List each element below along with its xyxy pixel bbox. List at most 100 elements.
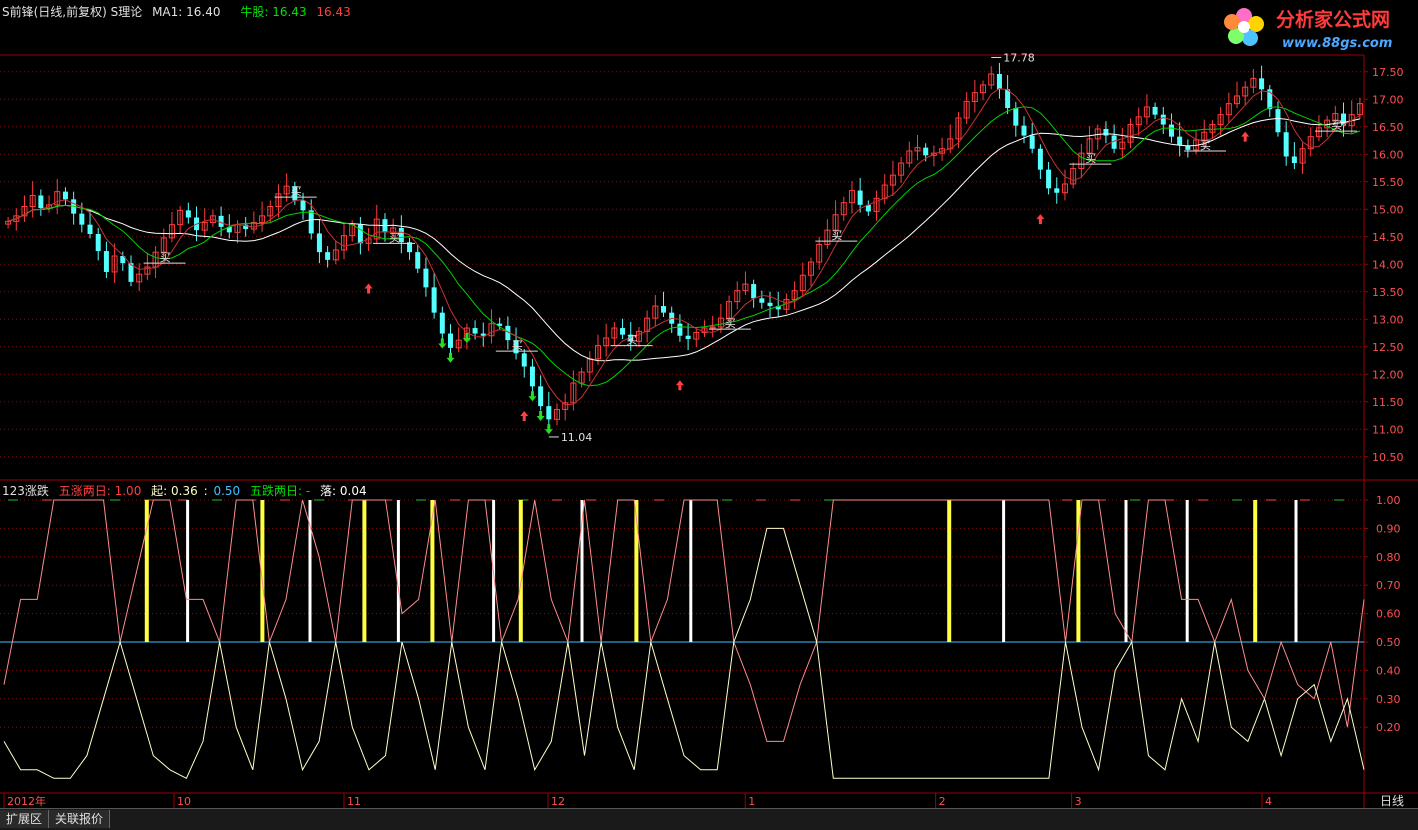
candle-body-down bbox=[538, 386, 544, 407]
logo-url: www.88gs.com bbox=[1282, 36, 1392, 51]
up-arrow-icon bbox=[364, 283, 373, 294]
main-ytick-label: 15.00 bbox=[1372, 203, 1404, 216]
candle-body-down bbox=[1275, 109, 1281, 133]
down-arrow-icon bbox=[528, 391, 537, 402]
qi-separator: : bbox=[203, 484, 208, 498]
main-ytick-label: 16.50 bbox=[1372, 121, 1404, 134]
candle-body-down bbox=[62, 191, 68, 200]
xtick-label: 12 bbox=[551, 795, 565, 808]
sub-ytick-label: 0.90 bbox=[1376, 522, 1401, 535]
white-signal-bar bbox=[1002, 500, 1006, 642]
candle-body-down bbox=[1046, 169, 1052, 189]
xtick-label: 1 bbox=[748, 795, 755, 808]
flower-logo-icon: 分析家公式网 www.88gs.com bbox=[1224, 8, 1392, 51]
candle-body-down bbox=[308, 210, 314, 234]
candle-body-down bbox=[546, 406, 552, 420]
period-label: 日线 bbox=[1380, 794, 1404, 808]
buy-label: 买 bbox=[1331, 119, 1342, 132]
candle-body-down bbox=[38, 195, 44, 209]
candle-body-down bbox=[103, 251, 109, 272]
ma-mid-line bbox=[7, 106, 1361, 387]
candle-body-down bbox=[415, 252, 421, 269]
main-ytick-label: 16.00 bbox=[1372, 148, 1404, 161]
candle-body-down bbox=[316, 233, 322, 253]
white-signal-bar bbox=[1185, 500, 1189, 642]
candle-body-down bbox=[661, 306, 667, 313]
buy-label: 买 bbox=[512, 339, 523, 352]
xtick-label: 4 bbox=[1265, 795, 1272, 808]
candle-body-down bbox=[185, 210, 191, 218]
sub-title: 123涨跌 bbox=[2, 484, 49, 498]
qi-value-2: 0.50 bbox=[213, 484, 241, 498]
candle-body-down bbox=[480, 333, 486, 336]
sub-ytick-label: 0.50 bbox=[1376, 636, 1401, 649]
candle-body-down bbox=[431, 287, 437, 313]
main-ytick-label: 15.50 bbox=[1372, 176, 1404, 189]
candle-body-down bbox=[1259, 78, 1265, 90]
candle-body-down bbox=[95, 234, 101, 252]
buy-label: 买 bbox=[160, 251, 171, 264]
down-arrow-icon bbox=[446, 352, 455, 363]
tab-related-quotes[interactable]: 关联报价 bbox=[49, 810, 111, 828]
candles bbox=[5, 62, 1363, 429]
oscillator-line-1 bbox=[3, 499, 1365, 742]
candle-body-down bbox=[620, 328, 626, 335]
candle-body-down bbox=[423, 268, 429, 288]
luo-label: 落: bbox=[320, 484, 337, 498]
candle-body-down bbox=[472, 328, 478, 334]
candle-body-down bbox=[685, 335, 691, 340]
candle-body-down bbox=[767, 302, 773, 307]
high-price-label: 17.78 bbox=[1003, 51, 1035, 64]
candle-body-down bbox=[1013, 108, 1019, 126]
sub-ytick-label: 1.00 bbox=[1376, 494, 1401, 507]
candle-body-down bbox=[1054, 188, 1060, 193]
ma1-label: MA1: bbox=[152, 5, 183, 19]
candle-body-down bbox=[923, 147, 929, 156]
ma1-value: 16.40 bbox=[186, 5, 221, 19]
candle-body-down bbox=[1021, 125, 1027, 136]
sub-ytick-label: 0.70 bbox=[1376, 579, 1401, 592]
sub-ytick-label: 0.30 bbox=[1376, 693, 1401, 706]
ma-short-line bbox=[7, 87, 1361, 406]
oscillator-line-2 bbox=[3, 527, 1365, 779]
buy-label: 买 bbox=[389, 231, 400, 244]
yellow-signal-bar bbox=[518, 500, 523, 642]
down-arrow-icon bbox=[544, 424, 553, 435]
niugu-label: 牛股: bbox=[240, 5, 269, 19]
indicator-name: S理论 bbox=[110, 5, 143, 19]
qi-label: 起: bbox=[151, 484, 168, 498]
up-arrow-icon bbox=[1241, 131, 1250, 142]
wudie-label: 五跌两日: bbox=[250, 484, 303, 498]
xtick-label: 2012年 bbox=[7, 794, 46, 808]
main-ytick-label: 13.50 bbox=[1372, 286, 1404, 299]
candle-body-down bbox=[1037, 148, 1043, 170]
wuzhang-label: 五涨两日: bbox=[58, 484, 111, 498]
main-ytick-label: 12.50 bbox=[1372, 341, 1404, 354]
sub-chart-header: 123涨跌 五涨两日: 1.00 起: 0.36 : 0.50 五跌两日: - … bbox=[2, 482, 373, 499]
qi-value-1: 0.36 bbox=[171, 484, 198, 498]
candle-body-down bbox=[300, 200, 306, 211]
luo-value: 0.04 bbox=[339, 484, 367, 498]
main-ytick-label: 11.50 bbox=[1372, 396, 1404, 409]
main-ytick-label: 13.00 bbox=[1372, 313, 1404, 326]
sub-ytick-label: 0.20 bbox=[1376, 721, 1401, 734]
candle-body-down bbox=[87, 224, 93, 234]
candle-body-down bbox=[759, 298, 765, 303]
buy-label: 买 bbox=[1200, 139, 1211, 152]
xtick-label: 11 bbox=[347, 795, 361, 808]
bottom-tab-bar: 扩展区 关联报价 bbox=[0, 808, 1418, 830]
sub-ytick-label: 0.80 bbox=[1376, 551, 1401, 564]
white-signal-bar bbox=[396, 500, 400, 642]
site-logo: 分析家公式网 www.88gs.com bbox=[1218, 0, 1418, 54]
main-ytick-label: 17.00 bbox=[1372, 93, 1404, 106]
yellow-signal-bar bbox=[947, 500, 952, 642]
white-signal-bar bbox=[1294, 500, 1298, 642]
candle-body-down bbox=[857, 190, 863, 205]
tab-extend-area[interactable]: 扩展区 bbox=[0, 810, 50, 828]
candle-body-down bbox=[996, 73, 1002, 90]
candle-body-down bbox=[521, 353, 527, 367]
up-arrow-icon bbox=[675, 380, 684, 391]
niugu-value-2: 16.43 bbox=[316, 5, 351, 19]
candle-body-down bbox=[79, 213, 85, 225]
main-ytick-label: 14.50 bbox=[1372, 231, 1404, 244]
